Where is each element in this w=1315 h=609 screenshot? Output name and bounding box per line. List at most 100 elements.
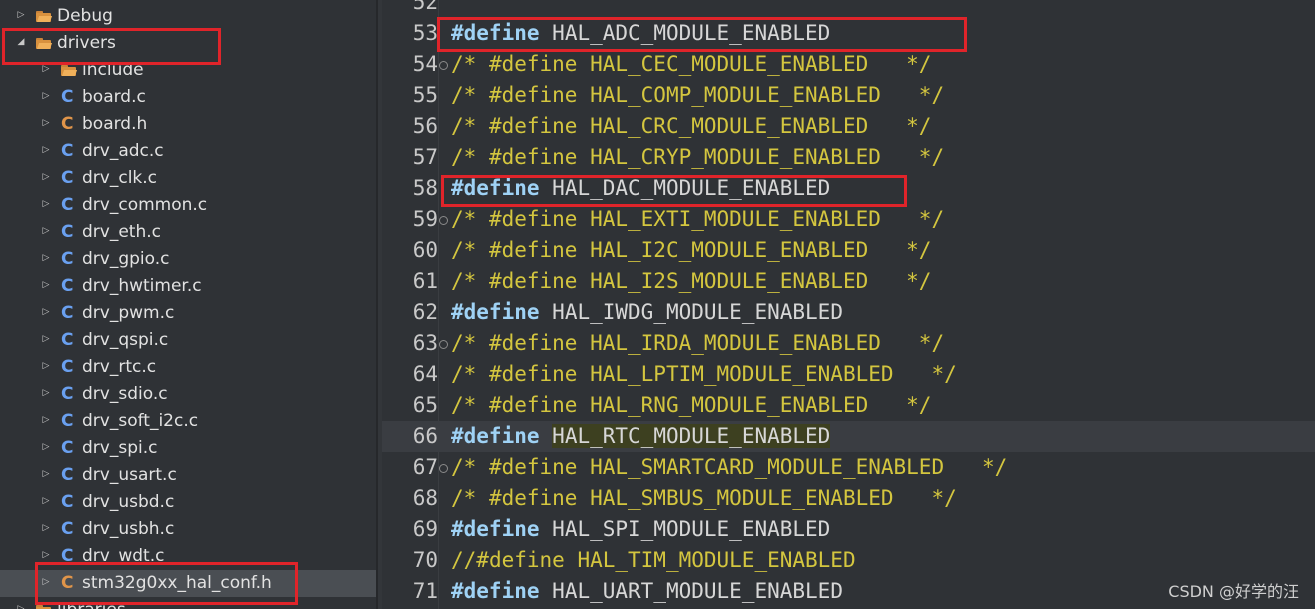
tree-item[interactable]: ▷ Cdrv_adc.c xyxy=(0,138,376,165)
code-text: //#define HAL_TIM_MODULE_ENABLED xyxy=(451,545,856,576)
commented-define: #define HAL_RNG_MODULE_ENABLED xyxy=(488,393,869,417)
macro-name: HAL_RTC_MODULE_ENABLED xyxy=(552,424,831,448)
code-line[interactable]: 59 /* #define HAL_EXTI_MODULE_ENABLED */ xyxy=(382,204,1315,235)
tree-item[interactable]: ▷ Cboard.h xyxy=(0,111,376,138)
tree-item[interactable]: ▷ Cdrv_eth.c xyxy=(0,219,376,246)
c-source-file-icon: C xyxy=(61,303,74,323)
tree-item-label: drv_eth.c xyxy=(82,222,161,242)
code-text: /* #define HAL_I2C_MODULE_ENABLED */ xyxy=(451,235,931,266)
code-line[interactable]: 61 /* #define HAL_I2S_MODULE_ENABLED */ xyxy=(382,266,1315,297)
line-number: 64 xyxy=(412,362,438,386)
fold-toggle-icon[interactable] xyxy=(439,340,448,349)
code-line[interactable]: 65 /* #define HAL_RNG_MODULE_ENABLED */ xyxy=(382,390,1315,421)
expand-arrow-icon[interactable]: ▷ xyxy=(41,64,51,74)
tree-item[interactable]: ▷ Cdrv_rtc.c xyxy=(0,354,376,381)
tree-item-label: drv_rtc.c xyxy=(82,357,157,377)
preprocessor-keyword: #define xyxy=(451,300,540,324)
c-source-file-icon: C xyxy=(61,465,74,485)
c-source-file-icon: C xyxy=(61,384,74,404)
code-line[interactable]: 64 /* #define HAL_LPTIM_MODULE_ENABLED */ xyxy=(382,359,1315,390)
code-line[interactable]: 56 /* #define HAL_CRC_MODULE_ENABLED */ xyxy=(382,111,1315,142)
tree-item[interactable]: ▷ Cdrv_qspi.c xyxy=(0,327,376,354)
line-number: 57 xyxy=(412,145,438,169)
code-text: /* #define HAL_IRDA_MODULE_ENABLED */ xyxy=(451,328,944,359)
line-number: 61 xyxy=(412,269,438,293)
code-line[interactable]: 62 #define HAL_IWDG_MODULE_ENABLED xyxy=(382,297,1315,328)
expand-arrow-icon[interactable]: ▷ xyxy=(41,145,51,155)
expand-arrow-icon[interactable]: ▷ xyxy=(41,199,51,209)
comment-open: /* xyxy=(451,114,489,138)
comment-close: */ xyxy=(880,207,945,231)
tree-item[interactable]: ▷ Cdrv_hwtimer.c xyxy=(0,273,376,300)
code-line[interactable]: 66 #define HAL_RTC_MODULE_ENABLED xyxy=(382,421,1315,452)
expand-arrow-icon[interactable]: ▷ xyxy=(41,118,51,128)
code-line[interactable]: 67 /* #define HAL_SMARTCARD_MODULE_ENABLE… xyxy=(382,452,1315,483)
fold-toggle-icon[interactable] xyxy=(439,464,448,473)
code-text: /* #define HAL_COMP_MODULE_ENABLED */ xyxy=(451,80,944,111)
expand-arrow-icon[interactable]: ▷ xyxy=(41,361,51,371)
comment-close: */ xyxy=(868,238,932,262)
tree-item[interactable]: ▷ Cdrv_usbh.c xyxy=(0,516,376,543)
tree-item[interactable]: ▷ Cdrv_clk.c xyxy=(0,165,376,192)
code-line[interactable]: 57 /* #define HAL_CRYP_MODULE_ENABLED */ xyxy=(382,142,1315,173)
commented-define: #define HAL_IRDA_MODULE_ENABLED xyxy=(488,331,881,355)
fold-toggle-icon[interactable] xyxy=(439,216,448,225)
tree-item[interactable]: ▷ Cdrv_usart.c xyxy=(0,462,376,489)
expand-arrow-icon[interactable]: ▷ xyxy=(16,604,26,609)
comment-open: /* xyxy=(451,207,489,231)
expand-arrow-icon[interactable]: ▷ xyxy=(41,334,51,344)
expand-arrow-icon[interactable]: ▷ xyxy=(41,442,51,452)
expand-arrow-icon[interactable]: ▷ xyxy=(41,253,51,263)
expand-arrow-icon[interactable]: ▷ xyxy=(41,523,51,533)
line-number: 68 xyxy=(412,486,438,510)
expand-arrow-icon[interactable]: ▷ xyxy=(41,280,51,290)
code-line[interactable]: 63 /* #define HAL_IRDA_MODULE_ENABLED */ xyxy=(382,328,1315,359)
comment-close: */ xyxy=(880,145,945,169)
folder-icon xyxy=(36,11,53,22)
expand-arrow-icon[interactable]: ▷ xyxy=(41,415,51,425)
code-editor[interactable]: 52 53 #define HAL_ADC_MODULE_ENABLED 54/* #… xyxy=(382,0,1315,609)
code-line[interactable]: 69 #define HAL_SPI_MODULE_ENABLED xyxy=(382,514,1315,545)
c-source-file-icon: C xyxy=(61,357,74,377)
comment-close: */ xyxy=(880,83,945,107)
expand-arrow-icon[interactable]: ▷ xyxy=(41,469,51,479)
expand-arrow-icon[interactable]: ▷ xyxy=(41,496,51,506)
line-number: 55 xyxy=(412,83,438,107)
c-source-file-icon: C xyxy=(61,168,74,188)
watermark: CSDN @好学的汪 xyxy=(1168,582,1299,601)
code-line[interactable]: 70 //#define HAL_TIM_MODULE_ENABLED xyxy=(382,545,1315,576)
code-line[interactable]: 55 /* #define HAL_COMP_MODULE_ENABLED */ xyxy=(382,80,1315,111)
expand-arrow-icon[interactable]: ▷ xyxy=(41,172,51,182)
tree-item[interactable]: ▷ Debug xyxy=(0,3,376,30)
tree-item-label: drv_common.c xyxy=(82,195,208,215)
macro-name: HAL_UART_MODULE_ENABLED xyxy=(552,579,843,603)
tree-item-label: drv_usbh.c xyxy=(82,519,175,539)
expand-arrow-icon[interactable]: ▷ xyxy=(16,10,26,20)
commented-define: #define HAL_EXTI_MODULE_ENABLED xyxy=(488,207,881,231)
highlight-box-adc xyxy=(437,17,967,52)
tree-item[interactable]: ▷ Cdrv_spi.c xyxy=(0,435,376,462)
expand-arrow-icon[interactable]: ▷ xyxy=(41,388,51,398)
folder-icon xyxy=(61,65,78,76)
expand-arrow-icon[interactable]: ▷ xyxy=(41,307,51,317)
code-text: #define HAL_IWDG_MODULE_ENABLED xyxy=(451,297,843,328)
expand-arrow-icon[interactable]: ▷ xyxy=(41,226,51,236)
tree-item[interactable]: ▷ Cdrv_sdio.c xyxy=(0,381,376,408)
tree-item[interactable]: ▷ Cdrv_soft_i2c.c xyxy=(0,408,376,435)
tree-item[interactable]: ▷ Cdrv_pwm.c xyxy=(0,300,376,327)
tree-item[interactable]: ▷ Cboard.c xyxy=(0,84,376,111)
code-text: /* #define HAL_CEC_MODULE_ENABLED */ xyxy=(451,49,931,80)
tree-item[interactable]: ▷ Cdrv_gpio.c xyxy=(0,246,376,273)
code-line[interactable]: 52 xyxy=(382,0,1315,18)
line-number: 59 xyxy=(412,207,438,231)
code-line[interactable]: 54 /* #define HAL_CEC_MODULE_ENABLED */ xyxy=(382,49,1315,80)
code-line[interactable]: 68 /* #define HAL_SMBUS_MODULE_ENABLED */ xyxy=(382,483,1315,514)
tree-item[interactable]: ▷ Cdrv_common.c xyxy=(0,192,376,219)
expand-arrow-icon[interactable]: ▷ xyxy=(41,91,51,101)
line-number: 52 xyxy=(412,0,438,14)
c-source-file-icon: C xyxy=(61,330,74,350)
expand-arrow-icon[interactable]: ▷ xyxy=(41,550,51,560)
code-line[interactable]: 60 /* #define HAL_I2C_MODULE_ENABLED */ xyxy=(382,235,1315,266)
fold-toggle-icon[interactable] xyxy=(439,61,448,70)
tree-item[interactable]: ▷ Cdrv_usbd.c xyxy=(0,489,376,516)
